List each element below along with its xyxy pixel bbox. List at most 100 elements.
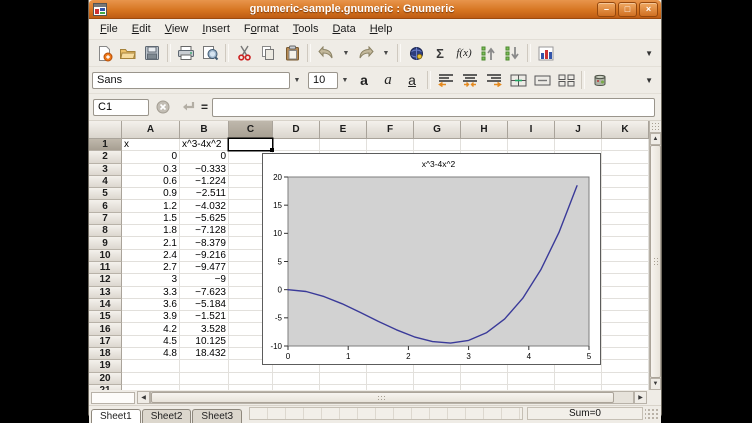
cell[interactable]: x: [122, 139, 180, 151]
sort-ascending-button[interactable]: [476, 42, 500, 64]
cell[interactable]: [229, 139, 273, 151]
menu-edit[interactable]: Edit: [125, 21, 158, 37]
menu-help[interactable]: Help: [363, 21, 400, 37]
toolbar-overflow-button[interactable]: ▼: [645, 49, 653, 58]
cell[interactable]: 3.3: [122, 287, 180, 299]
row-header-12[interactable]: 12: [89, 274, 122, 286]
cell[interactable]: 0.9: [122, 188, 180, 200]
cell[interactable]: [602, 336, 649, 348]
cell[interactable]: [602, 287, 649, 299]
cell[interactable]: [602, 151, 649, 163]
row-header-1[interactable]: 1: [89, 139, 122, 151]
font-size-value[interactable]: 10: [308, 72, 338, 89]
cell[interactable]: [414, 373, 461, 385]
cell[interactable]: [180, 373, 229, 385]
cell[interactable]: 0.3: [122, 164, 180, 176]
cell[interactable]: 4.5: [122, 336, 180, 348]
cell[interactable]: −5.184: [180, 299, 229, 311]
cell[interactable]: [180, 385, 229, 390]
cell[interactable]: [602, 200, 649, 212]
toolbar-overflow-button[interactable]: ▼: [645, 76, 653, 85]
cell[interactable]: [229, 373, 273, 385]
cell[interactable]: [602, 262, 649, 274]
cell[interactable]: −1.224: [180, 176, 229, 188]
cell[interactable]: 18.432: [180, 348, 229, 360]
row-header-11[interactable]: 11: [89, 262, 122, 274]
underline-button[interactable]: a: [400, 69, 424, 91]
chevron-down-icon[interactable]: ▼: [290, 77, 304, 84]
new-file-button[interactable]: [92, 42, 116, 64]
select-all-corner[interactable]: [89, 121, 122, 139]
italic-button[interactable]: a: [376, 69, 400, 91]
cell[interactable]: [273, 385, 320, 390]
cell[interactable]: 1.8: [122, 225, 180, 237]
cell[interactable]: −8.379: [180, 237, 229, 249]
cell[interactable]: −4.032: [180, 200, 229, 212]
row-header-13[interactable]: 13: [89, 287, 122, 299]
column-header-F[interactable]: F: [367, 121, 414, 139]
cell[interactable]: [414, 139, 461, 151]
save-button[interactable]: [140, 42, 164, 64]
pane-split-grip[interactable]: [650, 121, 661, 133]
cell[interactable]: [320, 139, 367, 151]
cell[interactable]: 0: [122, 151, 180, 163]
sheet-tab-sheet3[interactable]: Sheet3: [192, 409, 242, 423]
column-header-K[interactable]: K: [602, 121, 649, 139]
print-button[interactable]: [174, 42, 198, 64]
open-file-button[interactable]: [116, 42, 140, 64]
cell[interactable]: [367, 139, 414, 151]
column-header-E[interactable]: E: [320, 121, 367, 139]
column-header-A[interactable]: A: [122, 121, 180, 139]
cell[interactable]: [602, 225, 649, 237]
cell[interactable]: [461, 385, 508, 390]
column-header-B[interactable]: B: [180, 121, 229, 139]
cell[interactable]: [461, 139, 508, 151]
cell[interactable]: [602, 274, 649, 286]
scroll-down-button[interactable]: ▼: [650, 378, 661, 390]
insert-chart-button[interactable]: [534, 42, 558, 64]
row-header-3[interactable]: 3: [89, 164, 122, 176]
cell[interactable]: [461, 373, 508, 385]
cell[interactable]: [555, 373, 602, 385]
cell[interactable]: 2.4: [122, 250, 180, 262]
hyperlink-button[interactable]: [404, 42, 428, 64]
cell[interactable]: [273, 373, 320, 385]
row-header-6[interactable]: 6: [89, 200, 122, 212]
cell[interactable]: −9: [180, 274, 229, 286]
row-header-21[interactable]: 21: [89, 385, 122, 390]
vertical-scroll-thumb[interactable]: [650, 145, 661, 378]
column-header-G[interactable]: G: [414, 121, 461, 139]
font-size-combo[interactable]: 10 ▼: [308, 72, 352, 89]
money-format-button[interactable]: [588, 69, 612, 91]
row-header-17[interactable]: 17: [89, 336, 122, 348]
row-header-5[interactable]: 5: [89, 188, 122, 200]
cell[interactable]: 3.9: [122, 311, 180, 323]
print-preview-button[interactable]: [198, 42, 222, 64]
menu-view[interactable]: View: [158, 21, 196, 37]
vertical-scrollbar[interactable]: ▲ ▼: [649, 121, 661, 390]
cell[interactable]: 3: [122, 274, 180, 286]
menu-data[interactable]: Data: [325, 21, 362, 37]
sheet-tab-sheet1[interactable]: Sheet1: [91, 409, 141, 423]
cell[interactable]: 2.1: [122, 237, 180, 249]
row-header-4[interactable]: 4: [89, 176, 122, 188]
row-header-15[interactable]: 15: [89, 311, 122, 323]
cell[interactable]: [602, 213, 649, 225]
close-button[interactable]: ×: [639, 2, 658, 17]
column-header-C[interactable]: C: [229, 121, 273, 139]
menu-format[interactable]: Format: [237, 21, 286, 37]
cell[interactable]: [602, 311, 649, 323]
align-right-button[interactable]: [482, 69, 506, 91]
cell[interactable]: [602, 237, 649, 249]
redo-dropdown[interactable]: ▼: [378, 42, 394, 64]
cell[interactable]: −5.625: [180, 213, 229, 225]
autosum-button[interactable]: Σ: [428, 42, 452, 64]
window-resize-grip[interactable]: [645, 407, 659, 420]
cell[interactable]: [602, 250, 649, 262]
maximize-button[interactable]: □: [618, 2, 637, 17]
scroll-right-button[interactable]: ▶: [634, 391, 647, 404]
cell[interactable]: −9.216: [180, 250, 229, 262]
split-cells-button[interactable]: [554, 69, 578, 91]
cell[interactable]: [367, 373, 414, 385]
align-center-button[interactable]: [458, 69, 482, 91]
